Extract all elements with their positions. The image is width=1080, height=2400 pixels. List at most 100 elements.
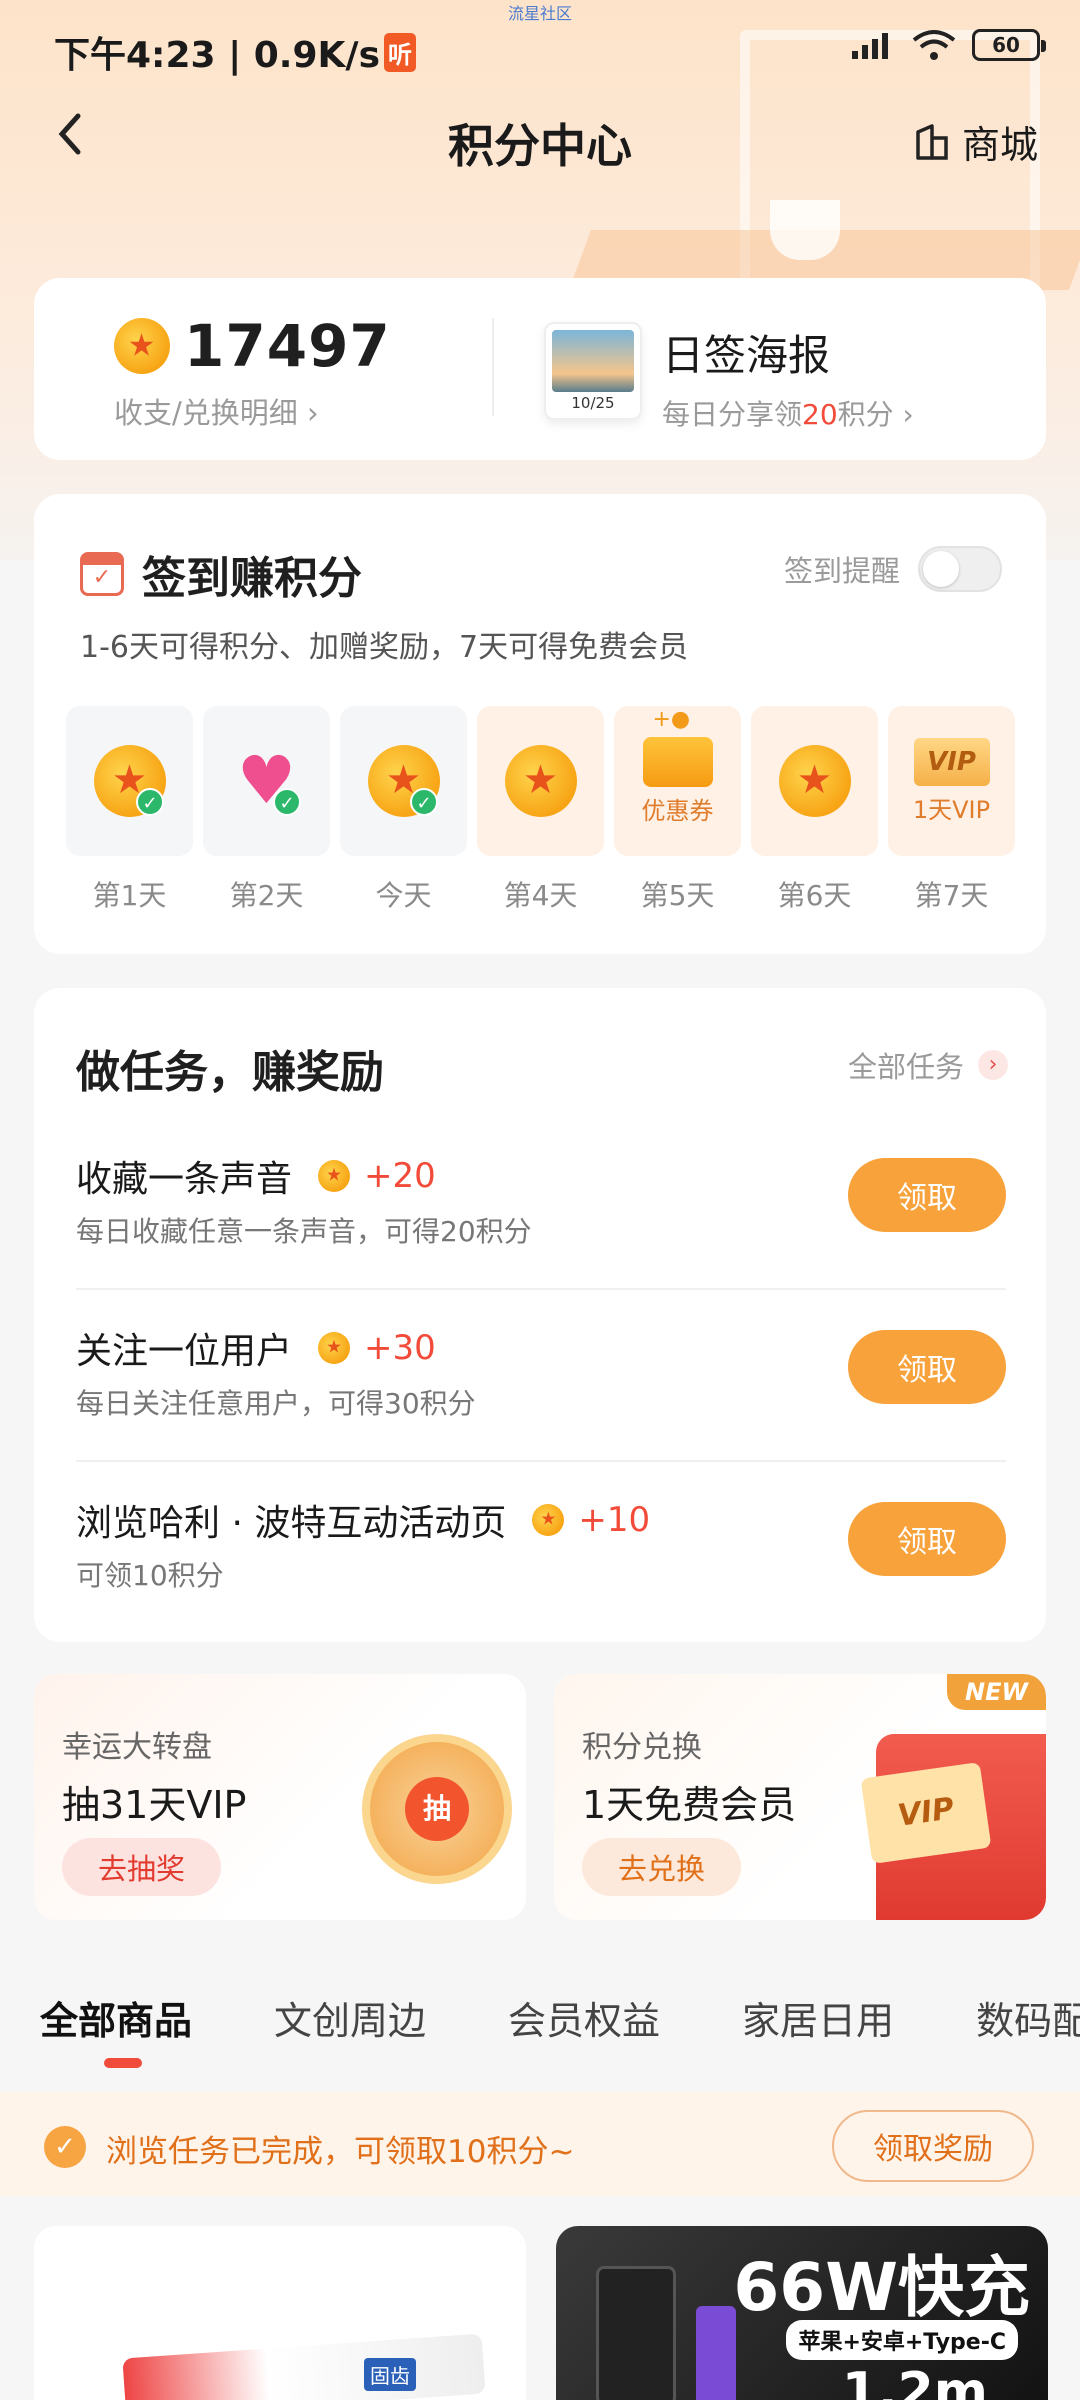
wifi-icon (912, 30, 956, 60)
notice-text: 浏览任务已完成，可领取10积分~ (106, 2134, 575, 2170)
divider (492, 318, 494, 416)
checkin-day[interactable]: ✓ 今天 (340, 706, 467, 914)
vip-card-icon: VIP (860, 1762, 992, 1864)
vip-icon: VIP (913, 737, 990, 786)
promo-label: 积分兑换 (582, 1730, 702, 1765)
tab-digital[interactable]: 数码配 (976, 1990, 1080, 2080)
battery-icon: 60 (972, 29, 1046, 61)
checkin-day[interactable]: ✓ 第1天 (66, 706, 193, 914)
cup-decoration (770, 200, 840, 260)
calendar-icon (80, 552, 124, 596)
checkin-title: 签到赚积分 (80, 542, 362, 606)
checkin-reminder: 签到提醒 (784, 546, 1002, 592)
day-reward-label: 优惠券 (641, 796, 714, 825)
poster-subtitle: 每日分享领20积分 › (662, 398, 914, 431)
status-bar: 下午4:23 | 0.9K/s 听 流星社区 60 (0, 0, 1080, 96)
nav-bar: 积分中心 商城 (0, 96, 1080, 186)
product-card[interactable]: 固齿 (34, 2226, 526, 2400)
task-name: 收藏一条声音+20 (76, 1150, 436, 1202)
task-reward: +20 (364, 1156, 436, 1196)
coin-icon (114, 318, 170, 374)
day-label: 第5天 (640, 879, 715, 912)
category-tabs: 全部商品 文创周边 会员权益 家居日用 数码配 (0, 1990, 1080, 2080)
task-name: 浏览哈利 · 波特互动活动页+10 (76, 1494, 650, 1546)
product-length: 1.2m (841, 2362, 988, 2400)
task-name: 关注一位用户+30 (76, 1322, 436, 1374)
tab-creative[interactable]: 文创周边 (274, 1990, 426, 2080)
check-icon: ✓ (410, 788, 438, 816)
checkin-day[interactable]: 优惠券 第5天 (614, 706, 741, 914)
status-time: 下午4:23 | 0.9K/s 听 (54, 26, 417, 78)
checkin-day[interactable]: ♥ ✓ 第2天 (203, 706, 330, 914)
tab-home[interactable]: 家居日用 (742, 1990, 894, 2080)
day-reward-label: 1天VIP (912, 795, 991, 824)
claim-button[interactable]: 领取 (848, 1158, 1006, 1232)
task-item: 浏览哈利 · 波特互动活动页+10 可领10积分 领取 (76, 1482, 1006, 1654)
tasks-card: 做任务，赚奖励 全部任务 › 收藏一条声音+20 每日收藏任意一条声音，可得20… (34, 988, 1046, 1642)
checkin-day[interactable]: 第6天 (751, 706, 878, 914)
points-value: 17497 (114, 312, 391, 380)
product-tag: 苹果+安卓+Type-C (786, 2320, 1018, 2360)
coin-icon (778, 745, 851, 817)
day-label: 第7天 (914, 879, 989, 912)
day-label: 第1天 (92, 879, 167, 912)
poster-date: 10/25 (571, 394, 615, 412)
daily-poster-thumbnail[interactable]: 10/25 (544, 322, 642, 420)
new-badge: NEW (947, 1674, 1046, 1710)
all-tasks-link[interactable]: 全部任务 › (848, 1044, 1008, 1086)
app-badge-icon: 听 (384, 33, 417, 72)
lucky-wheel-card[interactable]: 幸运大转盘 抽31天VIP 去抽奖 抽 (34, 1674, 526, 1920)
task-item: 收藏一条声音+20 每日收藏任意一条声音，可得20积分 领取 (76, 1138, 1006, 1310)
tasks-title: 做任务，赚奖励 (76, 1047, 384, 1098)
active-tab-indicator (104, 2058, 142, 2068)
task-reward: +30 (364, 1328, 436, 1368)
promo-label: 幸运大转盘 (62, 1730, 212, 1765)
task-reward: +10 (578, 1500, 651, 1540)
task-complete-notice: ✓ 浏览任务已完成，可领取10积分~ 领取奖励 (0, 2092, 1080, 2196)
promo-title: 1天免费会员 (582, 1783, 797, 1827)
divider (76, 1288, 1006, 1290)
product-card[interactable]: 66W快充 苹果+安卓+Type-C 1.2m (556, 2226, 1048, 2400)
product-label: 固齿 (364, 2358, 416, 2391)
checkin-card: 签到赚积分 签到提醒 1-6天可得积分、加赠奖励，7天可得免费会员 ✓ 第1天 … (34, 494, 1046, 954)
coin-icon (318, 1160, 351, 1192)
checkin-days: ✓ 第1天 ♥✓ 第2天 ✓ 今天 第4天 优惠券 第5天 第6天 VIP 1天V… (66, 706, 1015, 914)
product-title: 66W快充 (733, 2249, 1030, 2326)
checkin-day[interactable]: 第4天 (477, 706, 604, 914)
poster-title: 日签海报 (662, 331, 831, 380)
reminder-label: 签到提醒 (783, 554, 900, 588)
tab-membership[interactable]: 会员权益 (508, 1990, 660, 2080)
coin-icon (504, 745, 577, 817)
task-description: 可领10积分 (76, 1559, 224, 1592)
points-card: 17497 收支/兑换明细 › 10/25 日签海报 每日分享领20积分 › (34, 278, 1046, 460)
claim-button[interactable]: 领取 (848, 1330, 1006, 1404)
daily-poster-link[interactable]: 日签海报 每日分享领20积分 › (662, 322, 914, 433)
mall-button[interactable]: 商城 (914, 114, 1038, 169)
wheel-center: 抽 (405, 1777, 469, 1841)
coin-icon (532, 1504, 565, 1536)
promo-title: 抽31天VIP (62, 1783, 247, 1827)
lightning-plug-image (696, 2306, 736, 2400)
claim-button[interactable]: 领取 (848, 1502, 1006, 1576)
coin-icon (318, 1332, 351, 1364)
points-exchange-card[interactable]: 积分兑换 1天免费会员 去兑换 VIP NEW (554, 1674, 1046, 1920)
status-center-text: 流星社区 (508, 4, 573, 23)
check-icon: ✓ (273, 788, 301, 816)
task-item: 关注一位用户+30 每日关注任意用户，可得30积分 领取 (76, 1310, 1006, 1482)
reminder-toggle[interactable] (918, 546, 1002, 592)
task-description: 每日收藏任意一条声音，可得20积分 (76, 1215, 532, 1248)
signal-icon (852, 33, 888, 59)
chevron-right-icon: › (978, 1050, 1008, 1080)
claim-reward-button[interactable]: 领取奖励 (832, 2110, 1034, 2182)
exchange-button[interactable]: 去兑换 (582, 1838, 742, 1896)
check-circle-icon: ✓ (44, 2126, 86, 2168)
shop-icon (916, 123, 948, 160)
draw-button[interactable]: 去抽奖 (62, 1838, 222, 1896)
checkin-day[interactable]: VIP 1天VIP 第7天 (888, 706, 1015, 914)
mall-label: 商城 (961, 123, 1038, 167)
points-summary: 17497 收支/兑换明细 › (114, 312, 391, 432)
points-detail-link[interactable]: 收支/兑换明细 › (114, 390, 391, 432)
check-icon: ✓ (136, 788, 164, 816)
day-label: 第4天 (503, 879, 578, 912)
day-label: 今天 (375, 879, 432, 912)
